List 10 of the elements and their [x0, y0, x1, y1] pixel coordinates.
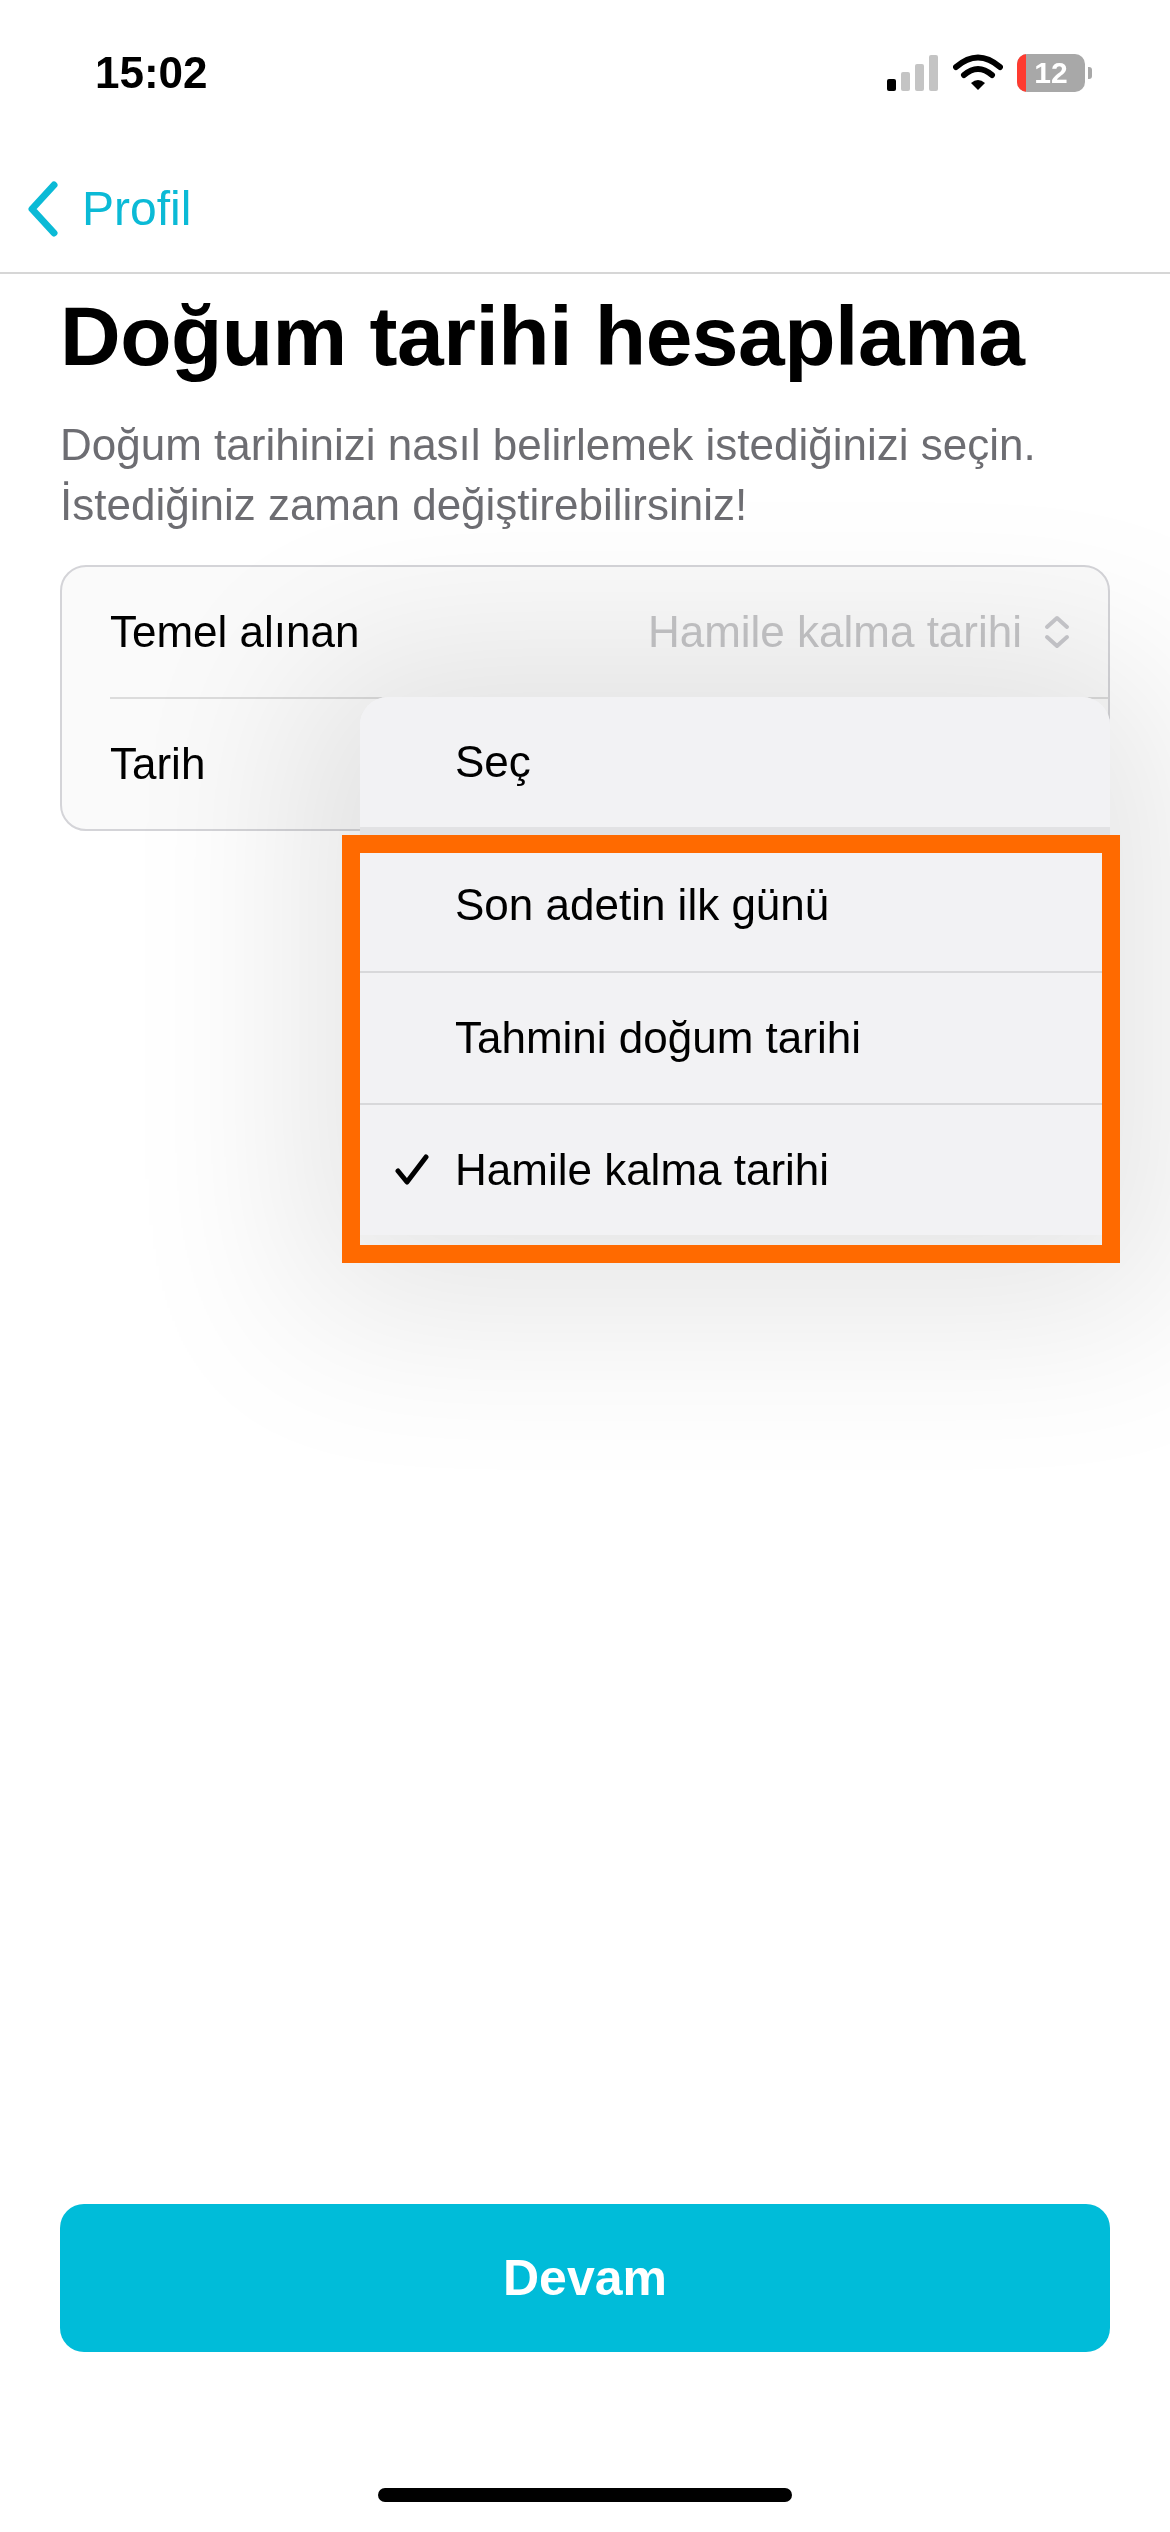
wifi-icon — [953, 53, 1003, 92]
menu-item[interactable]: Seç — [360, 697, 1110, 827]
status-time: 15:02 — [95, 47, 208, 98]
chevron-left-icon — [26, 180, 60, 237]
row-label: Temel alınan — [110, 607, 360, 657]
updown-chevron-icon — [1044, 614, 1070, 650]
page-title: Doğum tarihi hesaplama — [60, 288, 1027, 385]
signal-icon — [887, 54, 939, 91]
description-text: Doğum tarihinizi nasıl belirlemek istediğinizi seçin. İstediğiniz zaman değiştirebilirsiniz! — [60, 419, 1037, 531]
row-label: Tarih — [110, 739, 206, 789]
